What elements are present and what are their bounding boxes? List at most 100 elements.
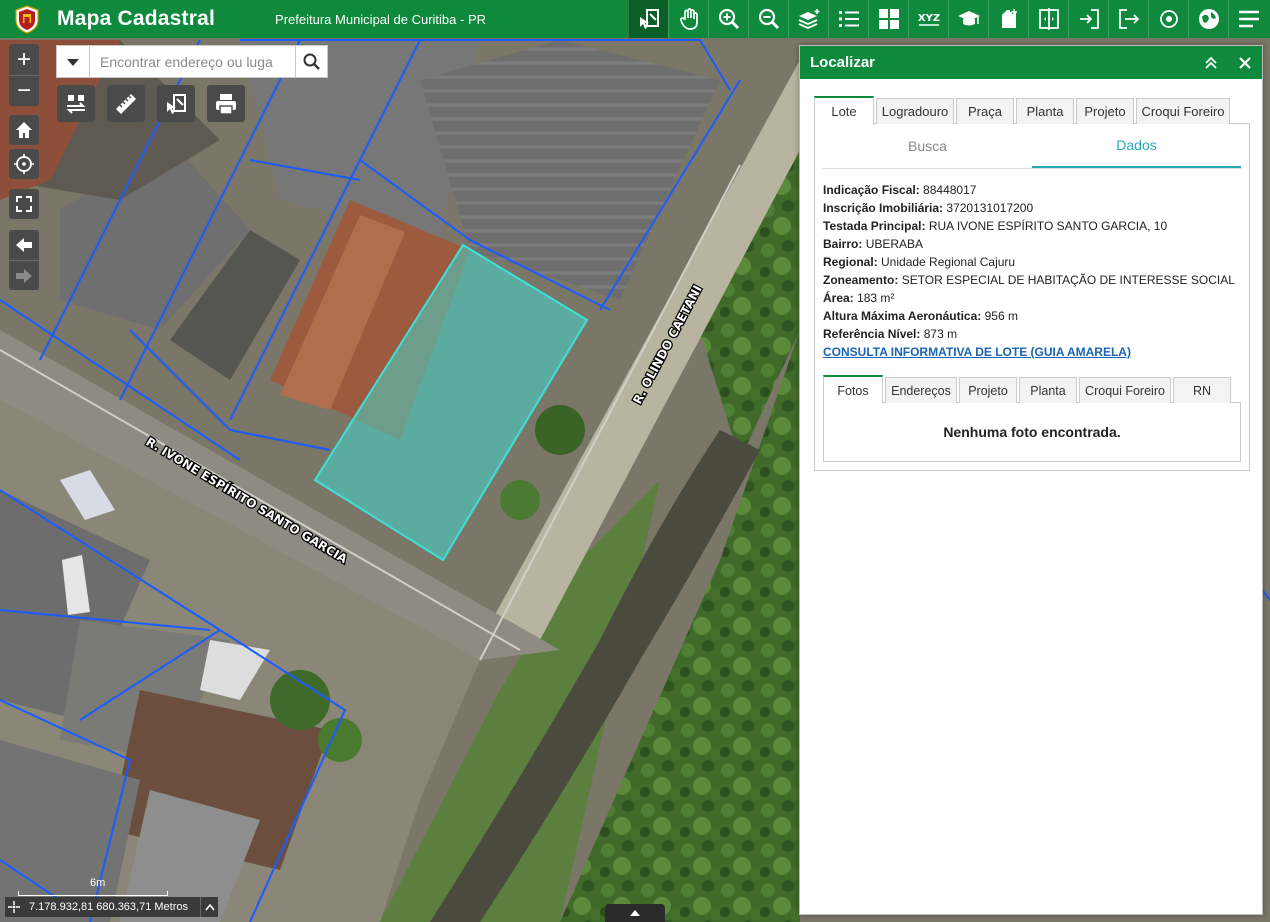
collapse-panel-button[interactable] [1194, 56, 1228, 70]
address-search [56, 45, 328, 78]
caret-down-icon [67, 58, 79, 66]
extent-navigation [9, 230, 39, 290]
zoom-out-button[interactable]: − [9, 75, 39, 106]
zoom-out-tool-button[interactable] [748, 0, 788, 38]
search-type-tabs: Lote Logradouro Praça Planta Projeto Cro… [814, 96, 1250, 125]
basemap-button[interactable] [868, 0, 908, 38]
print-button[interactable] [207, 85, 245, 122]
field-inscricao-imobiliaria: Inscrição Imobiliária: 3720131017200 [823, 201, 1034, 215]
main-menu-button[interactable] [1228, 0, 1268, 38]
lot-detail-tabs: Fotos Endereços Projeto Planta Croqui Fo… [823, 375, 1241, 404]
chevron-up-icon [204, 903, 215, 911]
subtab-busca[interactable]: Busca [823, 124, 1032, 168]
legend-button[interactable] [828, 0, 868, 38]
tab-projeto-2[interactable]: Projeto [959, 377, 1017, 403]
theme-map-button[interactable] [1188, 0, 1228, 38]
logout-button[interactable] [1108, 0, 1148, 38]
printer-icon [216, 93, 236, 115]
lot-info: Indicação Fiscal: 88448017 Inscrição Imo… [823, 169, 1241, 361]
fullscreen-button[interactable] [9, 189, 39, 219]
measure-tool-button[interactable] [107, 85, 145, 122]
svg-text:XYZ: XYZ [917, 13, 939, 24]
double-chevron-up-icon [1205, 56, 1217, 69]
zoom-in-button[interactable]: + [9, 44, 39, 75]
add-data-button[interactable] [988, 0, 1028, 38]
tab-croqui-foreiro[interactable]: Croqui Foreiro [1136, 98, 1230, 124]
swap-tool-button[interactable] [57, 85, 95, 122]
app-header: Mapa Cadastral Prefeitura Municipal de C… [0, 0, 1270, 38]
locate-button[interactable] [1148, 0, 1188, 38]
search-button[interactable] [295, 46, 327, 77]
tab-projeto[interactable]: Projeto [1076, 98, 1134, 124]
tab-planta-2[interactable]: Planta [1019, 377, 1077, 403]
search-icon [303, 53, 320, 70]
caret-up-icon [630, 910, 640, 916]
layers-icon [798, 9, 819, 29]
tab-praca[interactable]: Praça [956, 98, 1014, 124]
field-altura-maxima: Altura Máxima Aeronáutica: 956 m [823, 309, 1018, 323]
app-subtitle: Prefeitura Municipal de Curitiba - PR [275, 11, 487, 27]
education-button[interactable] [948, 0, 988, 38]
swipe-compare-button[interactable] [1028, 0, 1068, 38]
home-button[interactable] [9, 115, 39, 145]
curitiba-logo-icon [12, 4, 42, 34]
coordinates-readout: 7.178.932,81 680.363,71 Metros [5, 897, 218, 917]
tab-planta[interactable]: Planta [1016, 98, 1074, 124]
swap-arrows-icon [66, 94, 86, 114]
add-data-icon [1001, 8, 1017, 28]
zoom-out-icon [758, 8, 779, 30]
tab-logradouro[interactable]: Logradouro [876, 98, 954, 124]
previous-extent-button[interactable] [9, 230, 39, 260]
layers-button[interactable] [788, 0, 828, 38]
legend-list-icon [838, 11, 859, 27]
logout-icon [1118, 9, 1139, 29]
next-extent-button[interactable] [9, 260, 39, 290]
panel-title: Localizar [810, 54, 876, 71]
tab-enderecos[interactable]: Endereços [885, 377, 957, 403]
field-indicacao-fiscal: Indicação Fiscal: 88448017 [823, 183, 977, 197]
guia-amarela-link[interactable]: CONSULTA INFORMATIVA DE LOTE (GUIA AMARE… [823, 343, 1241, 361]
coordinate-text: 7.178.932,81 680.363,71 Metros [29, 901, 189, 913]
scale-bar-line [18, 891, 168, 896]
subtab-dados[interactable]: Dados [1032, 124, 1241, 168]
identify-icon [639, 9, 659, 29]
field-zoneamento: Zoneamento: SETOR ESPECIAL DE HABITAÇÃO … [823, 273, 1235, 287]
tab-fotos[interactable]: Fotos [823, 375, 883, 404]
zoom-in-tool-button[interactable] [708, 0, 748, 38]
locate-me-button[interactable] [9, 149, 39, 179]
locate-target-icon [1159, 10, 1178, 28]
xyz-coordinates-button[interactable]: XYZ [908, 0, 948, 38]
lote-subtabs: Busca Dados [823, 124, 1241, 169]
field-bairro: Bairro: UBERABA [823, 237, 924, 251]
main-toolbar: XYZ [628, 0, 1268, 38]
field-area: Área: 183 m² [823, 291, 895, 305]
panel-header: Localizar [800, 46, 1262, 79]
menu-icon [1238, 10, 1259, 28]
login-button[interactable] [1068, 0, 1108, 38]
search-input[interactable] [90, 46, 295, 77]
tab-lote[interactable]: Lote [814, 96, 874, 125]
pan-hand-icon [679, 8, 698, 30]
app-title: Mapa Cadastral [57, 7, 216, 30]
pan-tool-button[interactable] [668, 0, 708, 38]
search-source-dropdown[interactable] [57, 46, 90, 77]
fullscreen-icon [16, 196, 32, 212]
coordinates-expand-button[interactable] [200, 897, 218, 917]
zoom-in-icon [718, 8, 739, 30]
identify-map-button[interactable] [157, 85, 195, 122]
arrow-left-icon [16, 238, 32, 252]
identify-tool-button[interactable] [628, 0, 668, 38]
coordinate-pointer-icon [5, 901, 23, 913]
education-icon [957, 11, 980, 26]
attribute-table-toggle[interactable] [605, 904, 665, 922]
tab-croqui-foreiro-2[interactable]: Croqui Foreiro [1079, 377, 1171, 403]
no-photo-message: Nenhuma foto encontrada. [943, 424, 1121, 440]
close-panel-button[interactable] [1228, 56, 1262, 69]
basemap-grid-icon [878, 9, 899, 29]
theme-map-icon [1198, 9, 1219, 29]
panel-body: Lote Logradouro Praça Planta Projeto Cro… [814, 96, 1250, 471]
field-testada-principal: Testada Principal: RUA IVONE ESPÍRITO SA… [823, 219, 1168, 233]
tab-rn[interactable]: RN [1173, 377, 1231, 403]
arrow-right-icon [16, 268, 32, 283]
zoom-control: + − [9, 44, 39, 106]
